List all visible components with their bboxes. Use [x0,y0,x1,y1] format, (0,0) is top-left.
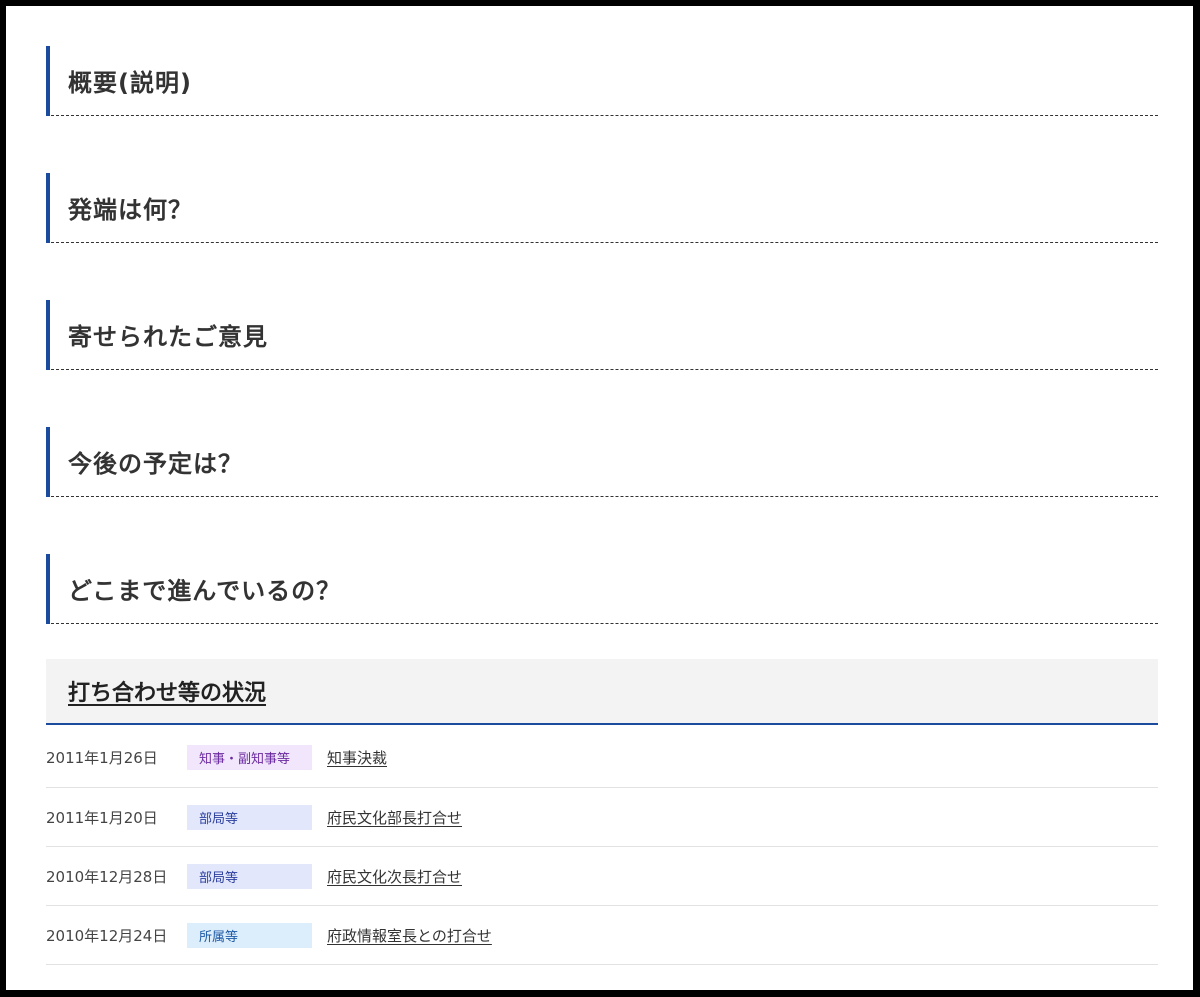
list-item: 2011年1月26日 知事・副知事等 知事決裁 [46,728,1158,788]
heading-accent-bar [46,427,50,497]
status-header: 打ち合わせ等の状況 [46,659,1158,725]
list-item: 2011年1月20日 部局等 府民文化部長打合せ [46,788,1158,847]
category-badge: 所属等 [187,922,312,948]
sections-list: 概要(説明) 発端は何？ 寄せられたご意見 今後の予定は？ どこまで進んでいるの… [46,42,1158,677]
section-title: 概要(説明) [68,69,192,97]
section-title: どこまで進んでいるの？ [68,577,342,605]
meeting-date: 2010年12月28日 [46,867,168,886]
section-progress: どこまで進んでいるの？ [46,550,1158,624]
heading-accent-bar [46,173,50,243]
section-origin: 発端は何？ [46,169,1158,243]
meeting-date: 2011年1月26日 [46,749,158,767]
category-badge: 部局等 [187,804,312,830]
meeting-link[interactable]: 知事決裁 [327,747,387,768]
heading-accent-bar [46,46,50,116]
meeting-list: 2011年1月26日 知事・副知事等 知事決裁 2011年1月20日 部局等 府… [46,728,1158,965]
page-frame: 概要(説明) 発端は何？ 寄せられたご意見 今後の予定は？ どこまで進んでいるの… [6,6,1193,990]
list-item: 2010年12月24日 所属等 府政情報室長との打合せ [46,906,1158,965]
section-overview: 概要(説明) [46,42,1158,116]
status-title: 打ち合わせ等の状況 [68,681,267,706]
section-title: 寄せられたご意見 [68,323,268,351]
category-badge: 知事・副知事等 [187,745,312,770]
meeting-link[interactable]: 府民文化次長打合せ [327,866,462,887]
section-opinions: 寄せられたご意見 [46,296,1158,370]
section-title: 今後の予定は？ [68,450,243,478]
list-item: 2010年12月28日 部局等 府民文化次長打合せ [46,847,1158,906]
section-title: 発端は何？ [68,196,193,224]
category-badge: 部局等 [187,863,312,889]
meeting-link[interactable]: 府民文化部長打合せ [327,807,462,828]
heading-accent-bar [46,554,50,624]
meeting-date: 2011年1月20日 [46,808,158,827]
section-schedule: 今後の予定は？ [46,423,1158,497]
heading-accent-bar [46,300,50,370]
meeting-date: 2010年12月24日 [46,926,168,945]
meeting-link[interactable]: 府政情報室長との打合せ [327,925,492,946]
